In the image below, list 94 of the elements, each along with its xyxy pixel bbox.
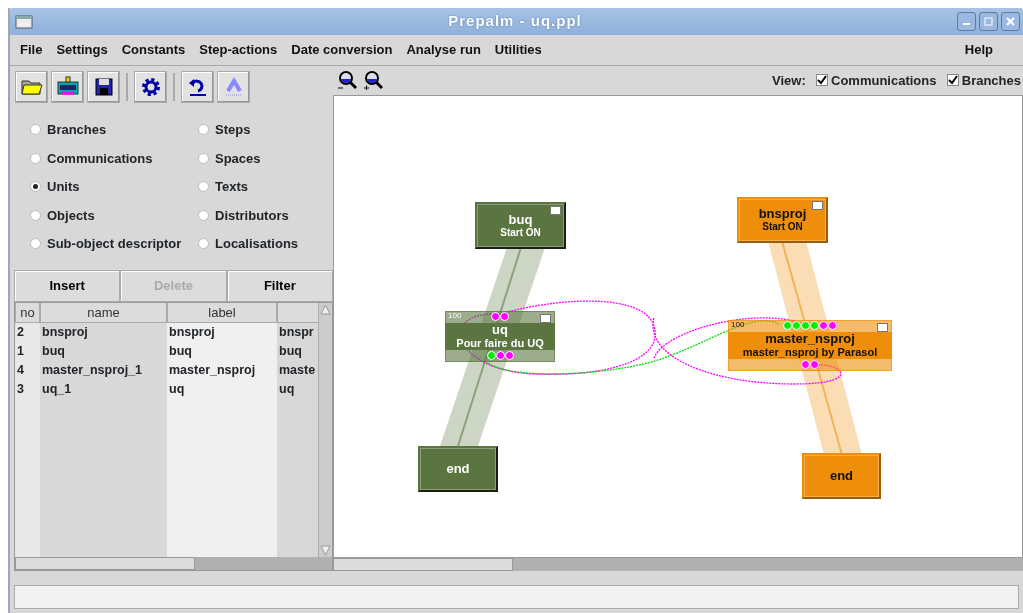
table-cell-text: master_nsproj_1	[41, 361, 144, 379]
table-cell-text: uq	[278, 380, 296, 398]
zoom-in-icon[interactable]	[363, 70, 383, 91]
radio-button[interactable]	[30, 124, 41, 136]
minimize-button[interactable]	[957, 12, 976, 31]
node-title: uq	[491, 323, 509, 338]
close-button[interactable]	[1001, 12, 1020, 31]
table-cell-text: master_nsproj	[168, 361, 257, 379]
window-icon	[15, 14, 33, 29]
radio-label: Branches	[47, 121, 107, 139]
checkbox-label: Communications	[831, 71, 937, 90]
table-cell-text: uq	[168, 380, 186, 398]
radio-label: Sub-object descriptor	[47, 235, 182, 253]
unit-node[interactable]: 100 master_nsproj master_nsproj by Parasol	[728, 319, 892, 371]
radio-button[interactable]	[30, 152, 41, 164]
zoom-out-icon[interactable]	[337, 70, 357, 91]
maximize-button[interactable]	[979, 12, 998, 31]
table-cell-text: 4	[16, 361, 25, 379]
end-node[interactable]: end	[802, 452, 881, 499]
unit-button[interactable]	[51, 71, 84, 103]
end-node[interactable]: end	[418, 445, 498, 492]
node-checkbox[interactable]	[812, 200, 823, 210]
radio-button[interactable]	[198, 238, 209, 250]
folder-button[interactable]	[15, 71, 48, 103]
radio-label: Communications	[47, 149, 153, 168]
menu-item[interactable]: Constants	[121, 40, 186, 60]
start-node[interactable]: bnsproj Start ON	[737, 196, 828, 243]
table-cell-text: buq	[41, 342, 66, 360]
column-header[interactable]: label	[167, 302, 277, 323]
radio-button[interactable]	[30, 238, 41, 250]
node-subtitle: Pour faire du UQ	[456, 337, 544, 350]
table-cell-text: 3	[16, 380, 25, 398]
window-title: Prepalm - uq.ppl	[447, 11, 583, 32]
menu-item[interactable]: Analyse run	[406, 40, 481, 60]
menu-item[interactable]: Settings	[56, 40, 108, 60]
radio-button[interactable]	[198, 124, 209, 136]
table-cell-text: buq	[278, 342, 303, 360]
radio-label: Distributors	[215, 206, 289, 225]
view-label: View:	[772, 71, 806, 90]
undo-button[interactable]	[181, 71, 214, 103]
table-cell-text: uq_1	[41, 380, 73, 398]
radio-button[interactable]	[198, 181, 209, 193]
vertical-scrollbar[interactable]	[318, 302, 332, 557]
node-subtitle: Start ON	[762, 221, 803, 233]
radio-button[interactable]	[198, 209, 209, 221]
column-header[interactable]: no	[15, 302, 40, 323]
node-title: bnsproj	[758, 207, 807, 222]
node-title: master_nsproj	[764, 332, 856, 347]
radio-label: Units	[47, 178, 80, 196]
node-title: end	[446, 461, 470, 476]
horizontal-scrollbar[interactable]	[333, 558, 1023, 571]
unit-node[interactable]: 100 uq Pour faire du UQ	[445, 310, 555, 362]
node-subtitle: master_nsproj by Parasol	[742, 346, 878, 359]
radio-button[interactable]	[198, 152, 209, 164]
maximize-icon	[984, 17, 993, 26]
table-cell-text: 1	[16, 342, 25, 360]
settings-button[interactable]	[134, 71, 167, 103]
menu-item[interactable]: Date conversion	[291, 40, 393, 60]
table-cell-text: bnsproj	[41, 323, 89, 341]
node-checkbox[interactable]	[540, 313, 551, 323]
node-checkbox[interactable]	[877, 322, 888, 332]
radio-label: Steps	[215, 121, 251, 139]
column-header[interactable]: name	[40, 302, 167, 323]
radio-label: Spaces	[215, 149, 261, 168]
horizontal-scrollbar[interactable]	[15, 557, 332, 570]
radio-label: Localisations	[215, 235, 299, 253]
save-button[interactable]	[87, 71, 120, 103]
radio-button[interactable]	[30, 181, 41, 193]
close-icon	[1006, 17, 1015, 26]
start-node[interactable]: buq Start ON	[475, 201, 566, 249]
menu-item[interactable]: Help	[964, 40, 993, 60]
table-cell-text: bnsproj	[168, 323, 216, 341]
column-header[interactable]	[277, 302, 318, 323]
radio-label: Texts	[215, 178, 248, 196]
checkbox-label: Branches	[961, 71, 1021, 90]
node-checkbox[interactable]	[550, 205, 561, 215]
checkbox[interactable]	[946, 74, 959, 87]
action-button[interactable]: Insert	[14, 269, 121, 302]
percent-label: 100	[731, 320, 745, 330]
node-title: buq	[508, 212, 533, 227]
menu-item[interactable]: Utilities	[494, 40, 542, 60]
checkbox[interactable]	[815, 74, 828, 87]
table-cell-text: 2	[16, 323, 25, 341]
radio-button[interactable]	[30, 209, 41, 221]
table-cell-text: buq	[168, 342, 193, 360]
node-title: end	[829, 468, 854, 483]
table-cell-text: maste	[278, 361, 317, 379]
menu-item[interactable]: File	[20, 40, 43, 60]
radio-label: Objects	[47, 206, 95, 225]
menu-item[interactable]: Step-actions	[199, 40, 278, 60]
table-cell-text: bnspr	[278, 323, 315, 341]
action-button[interactable]: Filter	[226, 269, 333, 302]
node-subtitle: Start ON	[500, 226, 541, 238]
percent-label: 100	[448, 311, 462, 321]
